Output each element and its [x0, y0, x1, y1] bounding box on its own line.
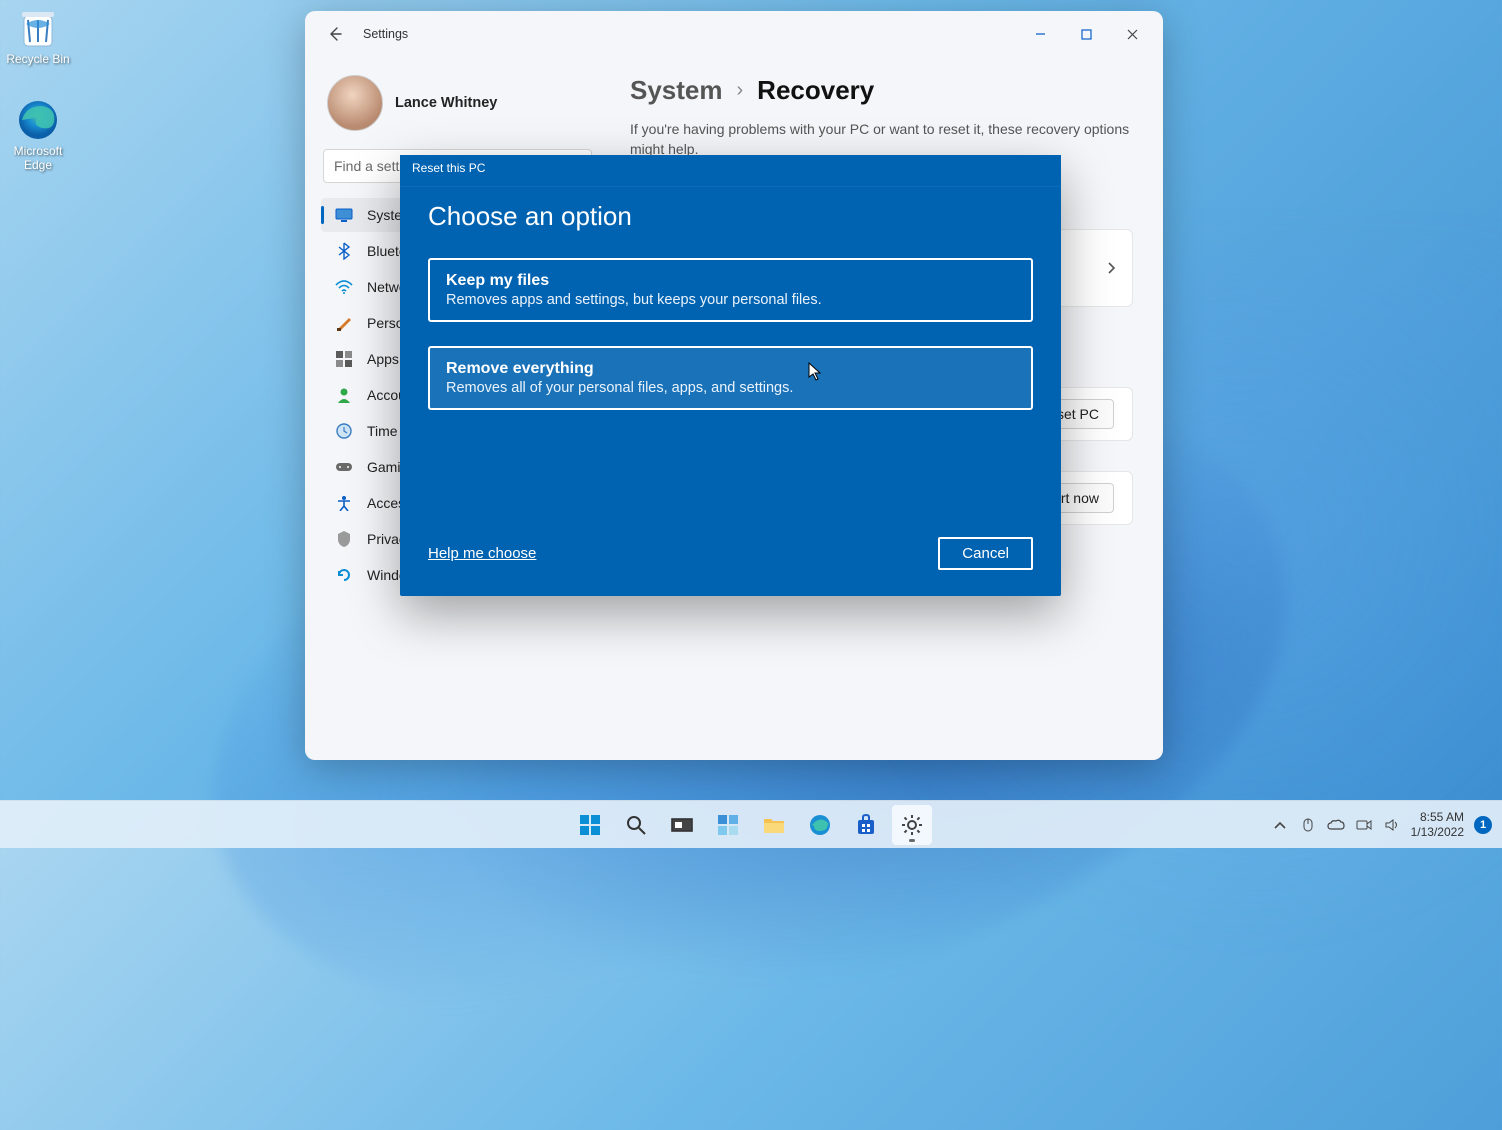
- help-me-choose-link[interactable]: Help me choose: [428, 545, 536, 562]
- option-title: Remove everything: [446, 360, 1015, 378]
- gamepad-icon: [335, 458, 353, 476]
- accessibility-icon: [335, 494, 353, 512]
- store-icon: [855, 814, 877, 836]
- reset-pc-dialog: Reset this PC Choose an option Keep my f…: [400, 155, 1061, 596]
- bluetooth-icon: [335, 242, 353, 260]
- window-close[interactable]: [1109, 19, 1155, 49]
- option-subtitle: Removes apps and settings, but keeps you…: [446, 292, 1015, 308]
- taskbar-widgets[interactable]: [708, 805, 748, 845]
- clock-date: 1/13/2022: [1411, 825, 1464, 839]
- shield-icon: [335, 530, 353, 548]
- dialog-title: Reset this PC: [400, 155, 1061, 187]
- nav-label: Apps: [367, 351, 399, 367]
- taskbar-search[interactable]: [616, 805, 656, 845]
- clock-time: 8:55 AM: [1411, 810, 1464, 824]
- window-maximize[interactable]: [1063, 19, 1109, 49]
- desktop-recycle-bin[interactable]: Recycle Bin: [0, 6, 76, 66]
- option-keep-files[interactable]: Keep my files Removes apps and settings,…: [428, 258, 1033, 322]
- taskbar: 8:55 AM 1/13/2022 1: [0, 800, 1502, 848]
- taskbar-taskview[interactable]: [662, 805, 702, 845]
- system-icon: [335, 206, 353, 224]
- notification-badge[interactable]: 1: [1474, 816, 1492, 834]
- update-icon: [335, 566, 353, 584]
- taskbar-explorer[interactable]: [754, 805, 794, 845]
- widgets-icon: [716, 813, 740, 837]
- apps-icon: [335, 350, 353, 368]
- arrow-left-icon: [327, 26, 343, 42]
- taskbar-pinned: [570, 805, 932, 845]
- edge-icon: [16, 98, 60, 142]
- dialog-heading: Choose an option: [428, 201, 1033, 232]
- taskbar-edge[interactable]: [800, 805, 840, 845]
- breadcrumb: System › Recovery: [630, 75, 1133, 106]
- breadcrumb-parent[interactable]: System: [630, 75, 723, 106]
- tray-volume-icon[interactable]: [1383, 816, 1401, 834]
- system-tray: 8:55 AM 1/13/2022 1: [1271, 810, 1502, 839]
- taskbar-settings[interactable]: [892, 805, 932, 845]
- desktop-icon-label: Recycle Bin: [0, 52, 76, 66]
- back-button[interactable]: [319, 18, 351, 50]
- profile-block[interactable]: Lance Whitney: [315, 67, 600, 149]
- cancel-button[interactable]: Cancel: [938, 537, 1033, 570]
- page-description: If you're having problems with your PC o…: [630, 120, 1133, 159]
- edge-icon: [808, 813, 832, 837]
- option-title: Keep my files: [446, 272, 1015, 290]
- avatar: [327, 75, 383, 131]
- taskview-icon: [671, 816, 693, 834]
- tray-onedrive-icon[interactable]: [1327, 816, 1345, 834]
- tray-meet-now-icon[interactable]: [1355, 816, 1373, 834]
- search-icon: [625, 814, 647, 836]
- clock-globe-icon: [335, 422, 353, 440]
- option-subtitle: Removes all of your personal files, apps…: [446, 380, 1015, 396]
- desktop-icon-label: Microsoft Edge: [0, 144, 76, 172]
- chevron-right-icon: [1106, 261, 1116, 275]
- tray-mouse-icon[interactable]: [1299, 816, 1317, 834]
- titlebar: Settings: [305, 11, 1163, 57]
- window-title: Settings: [363, 27, 408, 41]
- desktop-edge[interactable]: Microsoft Edge: [0, 98, 76, 172]
- taskbar-store[interactable]: [846, 805, 886, 845]
- breadcrumb-current: Recovery: [757, 75, 874, 106]
- windows-icon: [578, 813, 602, 837]
- brush-icon: [335, 314, 353, 332]
- chevron-right-icon: ›: [737, 79, 744, 102]
- gear-icon: [900, 813, 924, 837]
- option-remove-everything[interactable]: Remove everything Removes all of your pe…: [428, 346, 1033, 410]
- wifi-icon: [335, 278, 353, 296]
- window-minimize[interactable]: [1017, 19, 1063, 49]
- profile-name: Lance Whitney: [395, 95, 497, 111]
- person-icon: [335, 386, 353, 404]
- start-button[interactable]: [570, 805, 610, 845]
- folder-icon: [762, 815, 786, 835]
- taskbar-clock[interactable]: 8:55 AM 1/13/2022: [1411, 810, 1464, 839]
- recycle-bin-icon: [16, 6, 60, 50]
- tray-chevron-up-icon[interactable]: [1271, 816, 1289, 834]
